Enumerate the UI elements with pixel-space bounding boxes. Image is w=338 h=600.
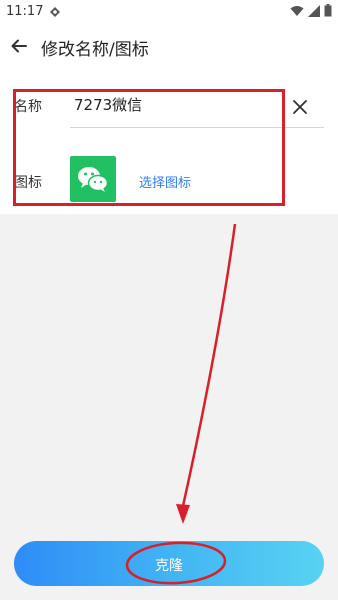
annotation-arrowhead	[176, 504, 190, 524]
annotation-arrow	[181, 223, 237, 507]
annotation-overlay	[125, 223, 237, 585]
annotation-circle	[125, 541, 227, 585]
